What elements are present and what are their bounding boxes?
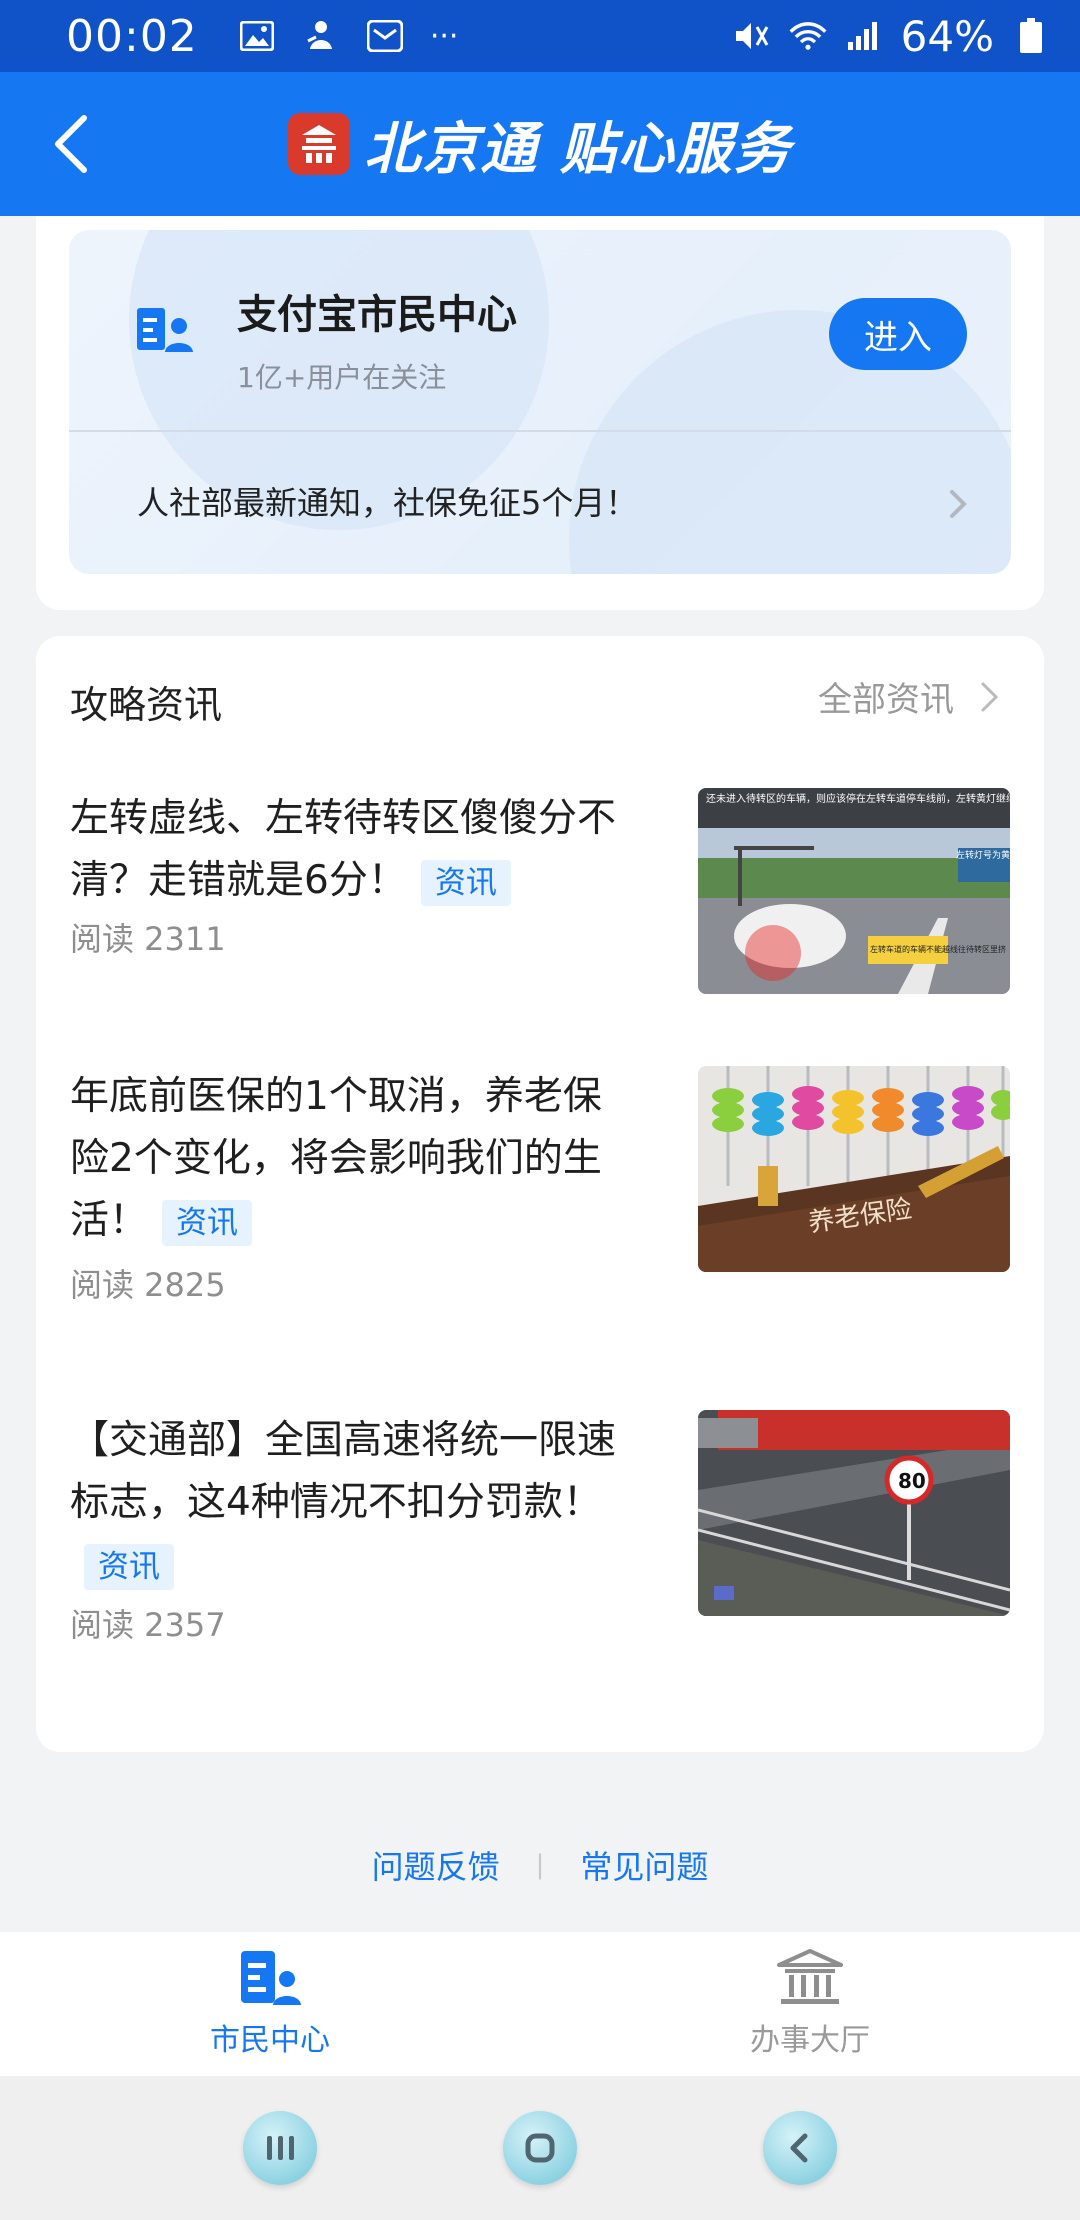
- back-arrow-icon: [790, 2133, 808, 2163]
- all-news-label: 全部资讯: [818, 680, 954, 720]
- news-title: 【交通部】全国高速将统一限速标志，这4种情况不扣分罚款！ 资讯: [70, 1410, 630, 1596]
- thumb-caption: 还未进入待转区的车辆，则应该停在左转车道停车线前，左转黄灯继续往待转区里挤，否则…: [706, 792, 1010, 805]
- news-read-count: 阅读 2311: [70, 920, 226, 958]
- recent-apps-icon: [267, 2136, 294, 2160]
- news-thumbnail: 养老保险: [698, 1066, 1010, 1272]
- news-tag: 资讯: [84, 1543, 174, 1590]
- enter-button[interactable]: 进入: [829, 298, 967, 370]
- signal-icon: [845, 19, 883, 53]
- brand: 北京通 贴心服务: [288, 104, 792, 185]
- footer-links: 问题反馈 | 常见问题: [0, 1842, 1080, 1888]
- mail-icon: [366, 19, 404, 53]
- home-button[interactable]: [503, 2111, 577, 2185]
- feedback-link[interactable]: 问题反馈: [372, 1842, 500, 1888]
- status-right: 64%: [733, 12, 1050, 61]
- tab-label: 办事大厅: [750, 2023, 870, 2058]
- mute-icon: [733, 19, 771, 53]
- status-bar: 00:02 ··· 64%: [0, 0, 1080, 72]
- mini-center-subtitle: 1亿+用户在关注: [237, 361, 447, 394]
- news-tag: 资讯: [162, 1199, 253, 1246]
- news-thumbnail: 80: [698, 1410, 1010, 1616]
- chevron-left-icon: [55, 115, 87, 173]
- news-title: 左转虚线、左转待转区傻傻分不清？走错就是6分！ 资讯: [70, 788, 630, 912]
- news-item[interactable]: 【交通部】全国高速将统一限速标志，这4种情况不扣分罚款！ 资讯 阅读 2357 8…: [70, 1410, 1010, 1700]
- notification-icons: ···: [238, 18, 459, 54]
- faq-link[interactable]: 常见问题: [580, 1842, 708, 1888]
- news-card: 攻略资讯 全部资讯 左转虚线、左转待转区傻傻分不清？走错就是6分！ 资讯 阅读 2…: [36, 636, 1044, 1752]
- chevron-right-icon[interactable]: [947, 486, 971, 522]
- citizen-center-icon: [241, 1951, 301, 2005]
- beijing-logo-icon: [288, 113, 351, 175]
- divider: [69, 430, 1011, 432]
- app-header: 北京通 贴心服务: [0, 72, 1080, 216]
- system-navigation-bar: [0, 2076, 1080, 2220]
- news-section-title: 攻略资讯: [70, 683, 223, 727]
- news-read-count: 阅读 2825: [70, 1266, 226, 1304]
- battery-icon: [1012, 18, 1050, 53]
- news-title-text: 【交通部】全国高速将统一限速标志，这4种情况不扣分罚款！: [70, 1418, 617, 1525]
- tab-citizen-center[interactable]: 市民中心: [0, 1932, 540, 2076]
- chevron-right-icon: [981, 682, 999, 711]
- home-icon: [525, 2133, 555, 2163]
- back-button[interactable]: [40, 110, 100, 178]
- gallery-icon: [238, 19, 276, 53]
- thumb-box-text: 左转车道的车辆不能越线往待转区里挤: [870, 944, 1006, 954]
- mini-center-panel[interactable]: 支付宝市民中心 1亿+用户在关注 进入 人社部最新通知，社保免征5个月！: [69, 230, 1011, 574]
- bottom-tab-bar: 市民中心 办事大厅: [0, 1932, 1080, 2076]
- news-item[interactable]: 左转虚线、左转待转区傻傻分不清？走错就是6分！ 资讯 阅读 2311 还未进入待…: [70, 788, 1010, 1024]
- citizen-center-icon: [135, 306, 195, 354]
- tab-label: 市民中心: [210, 2023, 330, 2058]
- speed-limit-sign: 80: [898, 1469, 926, 1493]
- brand-title: 北京通 贴心服务: [364, 116, 792, 182]
- recent-apps-button[interactable]: [243, 2111, 317, 2185]
- bank-building-icon: [777, 1949, 843, 2004]
- news-tag: 资讯: [420, 859, 511, 906]
- status-time: 00:02: [66, 10, 198, 62]
- app-notification-icon: [302, 19, 340, 53]
- news-title-text: 年底前医保的1个取消，养老保险2个变化，将会影响我们的生活！: [70, 1074, 602, 1243]
- news-thumbnail: 还未进入待转区的车辆，则应该停在左转车道停车线前，左转黄灯继续往待转区里挤，否则…: [698, 788, 1010, 994]
- news-title: 年底前医保的1个取消，养老保险2个变化，将会影响我们的生活！ 资讯: [70, 1066, 630, 1252]
- battery-percent: 64%: [900, 11, 994, 61]
- news-read-count: 阅读 2357: [70, 1606, 226, 1644]
- wifi-icon: [789, 19, 827, 53]
- thumb-sign-text: 左转灯号为黄: [956, 849, 1010, 861]
- mini-center-card: 支付宝市民中心 1亿+用户在关注 进入 人社部最新通知，社保免征5个月！: [36, 216, 1044, 610]
- footer-separator: |: [535, 1850, 545, 1880]
- all-news-link[interactable]: 全部资讯: [818, 672, 1000, 721]
- more-notifications-icon: ···: [429, 18, 459, 54]
- back-nav-button[interactable]: [763, 2111, 837, 2185]
- notice-text[interactable]: 人社部最新通知，社保免征5个月！: [137, 478, 637, 524]
- main-content[interactable]: 支付宝市民中心 1亿+用户在关注 进入 人社部最新通知，社保免征5个月！ 攻略资…: [0, 216, 1080, 1932]
- news-title-text: 左转虚线、左转待转区傻傻分不清？走错就是6分！: [70, 796, 617, 903]
- tab-service-hall[interactable]: 办事大厅: [540, 1932, 1080, 2076]
- mini-center-title: 支付宝市民中心: [237, 292, 517, 338]
- news-item[interactable]: 年底前医保的1个取消，养老保险2个变化，将会影响我们的生活！ 资讯 阅读 2825: [70, 1066, 1010, 1366]
